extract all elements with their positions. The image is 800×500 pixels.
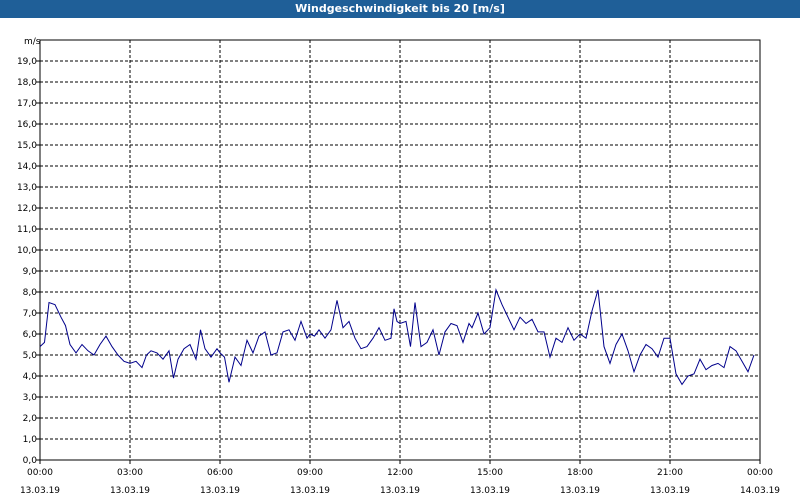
- x-tick-date-label: 13.03.19: [20, 486, 60, 496]
- x-tick-time-label: 09:00: [297, 468, 323, 478]
- x-tick-time-label: 21:00: [657, 468, 683, 478]
- x-tick-time-label: 18:00: [567, 468, 593, 478]
- y-tick-label: 9,0: [23, 267, 38, 277]
- x-tick-date-label: 13.03.19: [110, 486, 150, 496]
- x-tick-date-label: 13.03.19: [560, 486, 600, 496]
- y-tick-label: 15,0: [17, 141, 37, 151]
- x-tick-time-label: 00:00: [747, 468, 773, 478]
- x-tick-date-label: 13.03.19: [200, 486, 240, 496]
- y-tick-label: 10,0: [17, 246, 37, 256]
- x-tick-date-label: 14.03.19: [740, 486, 780, 496]
- y-tick-label: 14,0: [17, 162, 37, 172]
- y-axis-ticks: 0,0 1,0 2,0 3,0 4,0 5,0 6,0 7,0 8,0 9,0 10,0 11,0 12…: [17, 57, 40, 466]
- wind-speed-series-line: [39, 288, 755, 386]
- chart-title-bar: Windgeschwindigkeit bis 20 [m/s]: [0, 0, 800, 18]
- x-tick-time-label: 03:00: [117, 468, 143, 478]
- x-tick-time-label: 00:00: [27, 468, 53, 478]
- y-tick-label: 16,0: [17, 120, 37, 130]
- y-axis-unit-label: m/s: [24, 37, 41, 47]
- x-tick-time-label: 06:00: [207, 468, 233, 478]
- y-tick-label: 6,0: [23, 330, 38, 340]
- y-tick-label: 2,0: [23, 414, 38, 424]
- x-tick-time-label: 15:00: [477, 468, 503, 478]
- y-tick-label: 7,0: [23, 309, 38, 319]
- y-tick-label: 17,0: [17, 99, 37, 109]
- y-tick-label: 0,0: [23, 456, 38, 466]
- y-tick-label: 5,0: [23, 351, 38, 361]
- x-tick-date-label: 13.03.19: [650, 486, 690, 496]
- x-tick-date-label: 13.03.19: [290, 486, 330, 496]
- wind-speed-chart: m/s 0,0 1,0 2,0 3,0 4,0 5,0 6,0 7,0 8,0 9,0 10,0 11…: [17, 37, 780, 496]
- y-tick-label: 12,0: [17, 204, 37, 214]
- y-tick-label: 8,0: [23, 288, 38, 298]
- chart-title: Windgeschwindigkeit bis 20 [m/s]: [295, 2, 505, 15]
- x-tick-date-label: 13.03.19: [380, 486, 420, 496]
- y-tick-label: 19,0: [17, 57, 37, 67]
- x-tick-date-label: 13.03.19: [470, 486, 510, 496]
- x-tick-time-label: 12:00: [387, 468, 413, 478]
- y-tick-label: 18,0: [17, 78, 37, 88]
- y-tick-label: 1,0: [23, 435, 38, 445]
- x-axis-ticks: 00:00 13.03.19 03:00 13.03.19 06:00 13.03.19 0…: [20, 460, 780, 496]
- chart-grid: [40, 40, 760, 460]
- y-tick-label: 4,0: [23, 372, 38, 382]
- y-tick-label: 13,0: [17, 183, 37, 193]
- y-tick-label: 11,0: [17, 225, 37, 235]
- y-tick-label: 3,0: [23, 393, 38, 403]
